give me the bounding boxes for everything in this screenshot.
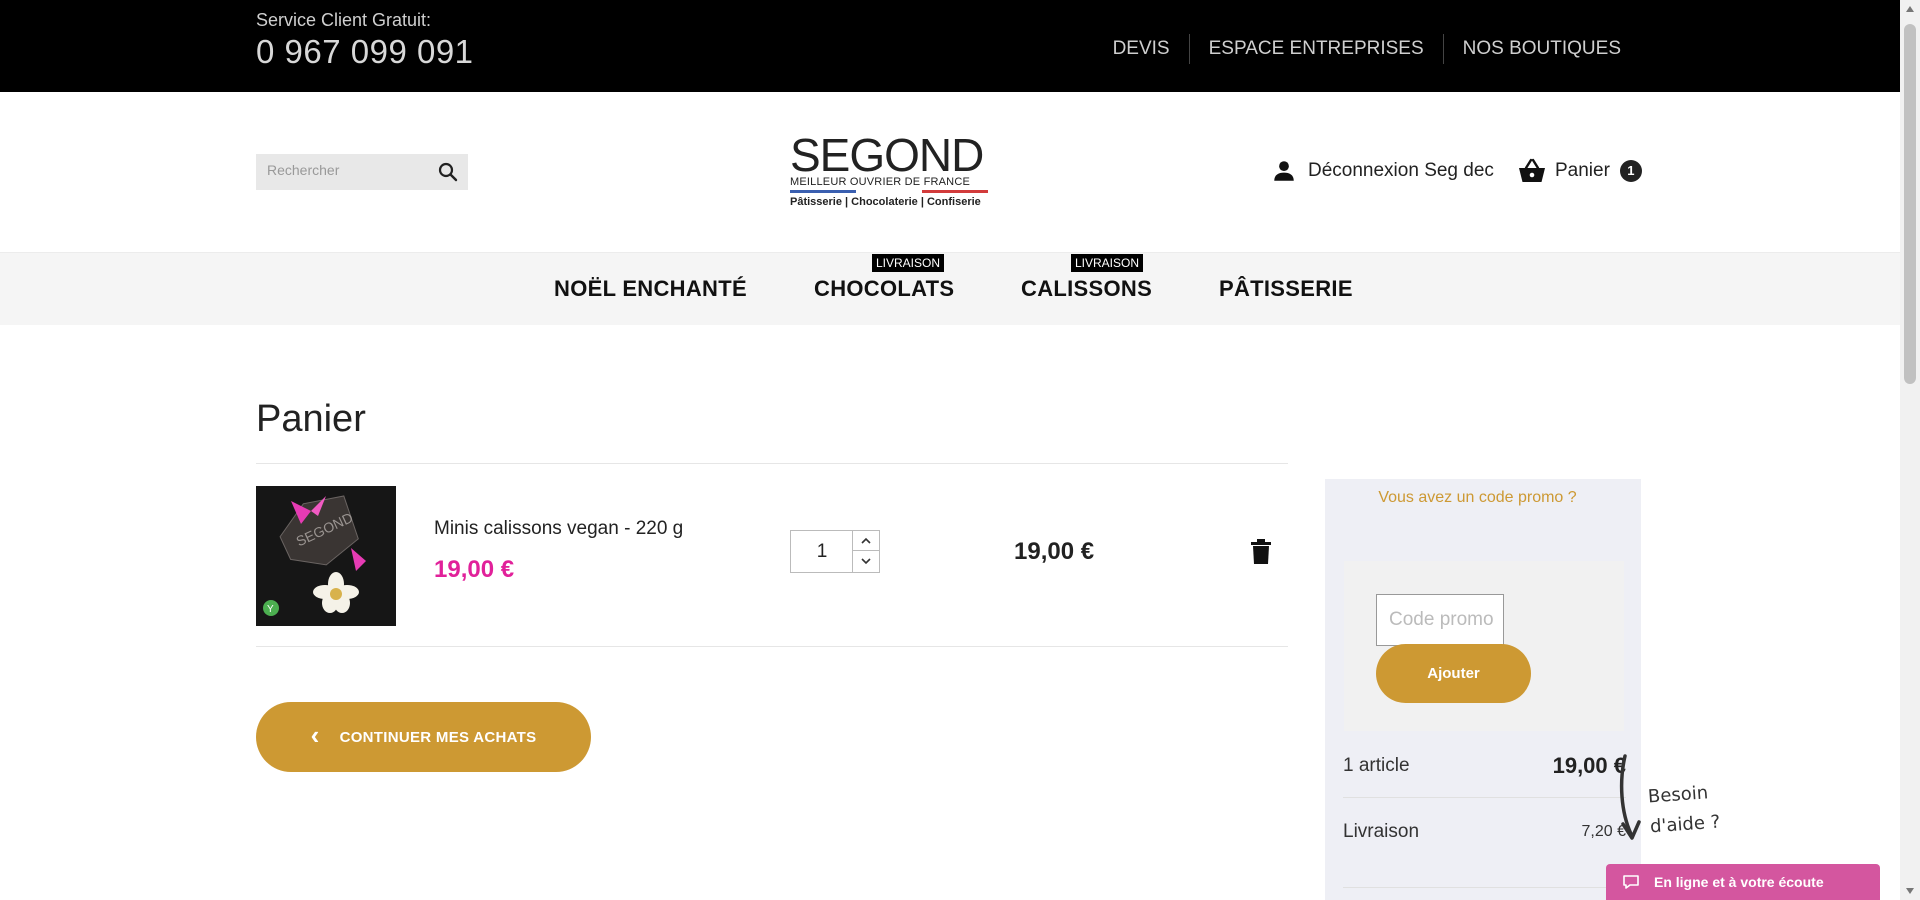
chevron-up-icon	[861, 537, 871, 544]
page-title: Panier	[256, 398, 366, 440]
search-box[interactable]: Rechercher	[256, 154, 468, 190]
logo-sub: MEILLEUR OUVRIER DE FRANCE	[790, 176, 971, 188]
nav-item-label: CALISSONS	[1021, 276, 1153, 301]
live-chat-button[interactable]: En ligne et à votre écoute	[1606, 864, 1880, 900]
user-icon	[1274, 161, 1294, 181]
line-total: 19,00 €	[1014, 538, 1095, 565]
continue-shopping-label: CONTINUER MES ACHATS	[339, 728, 537, 746]
continue-shopping-button[interactable]: ‹ CONTINUER MES ACHATS	[256, 702, 591, 772]
top-nav-nos-boutiques[interactable]: NOS BOUTIQUES	[1442, 34, 1640, 64]
product-unit-price: 19,00 €	[434, 556, 515, 583]
scroll-up-icon[interactable]	[1906, 6, 1914, 12]
chevron-down-icon	[861, 557, 871, 564]
account-label[interactable]: Déconnexion Seg dec	[1308, 160, 1494, 182]
nav-item-chocolats[interactable]: LIVRAISON CHOCOLATS	[814, 254, 955, 302]
promo-code-link[interactable]: Vous avez un code promo ?	[1325, 489, 1630, 507]
cart-summary: Vous avez un code promo ? Code promo Ajo…	[1325, 479, 1641, 900]
nav-item-label: CHOCOLATS	[814, 276, 955, 301]
logo-flag	[790, 190, 988, 193]
articles-value: 19,00 €	[1552, 753, 1626, 778]
account-link[interactable]: Déconnexion Seg dec	[1271, 158, 1494, 184]
product-image[interactable]: SEGOND Y	[256, 486, 396, 626]
basket-icon	[1519, 158, 1545, 182]
svg-text:Y: Y	[267, 604, 274, 615]
shipping-label: Livraison	[1343, 821, 1420, 842]
nav-item-label: NOËL ENCHANTÉ	[554, 276, 747, 301]
nav-item-noel-enchante[interactable]: NOËL ENCHANTÉ	[554, 276, 747, 302]
livraison-badge: LIVRAISON	[1071, 254, 1144, 272]
cart-count-badge: 1	[1619, 160, 1642, 182]
logo-main: SEGOND	[790, 129, 984, 181]
promo-code-form: Code promo Ajouter	[1344, 561, 1624, 731]
cart-label[interactable]: Panier	[1555, 160, 1610, 182]
quantity-stepper[interactable]: 1	[790, 530, 880, 573]
scroll-down-icon[interactable]	[1906, 888, 1914, 894]
service-client: Service Client Gratuit: 0 967 099 091	[256, 10, 474, 71]
summary-row-shipping: Livraison 7,20 €	[1343, 821, 1626, 843]
help-text-line1: Besoin	[1647, 782, 1709, 808]
product-name[interactable]: Minis calissons vegan - 220 g	[434, 518, 683, 540]
top-nav-devis[interactable]: DEVIS	[1094, 34, 1189, 64]
summary-divider	[1343, 887, 1626, 888]
chevron-left-icon: ‹	[310, 720, 320, 750]
service-label: Service Client Gratuit:	[256, 10, 432, 30]
search-icon[interactable]	[436, 160, 460, 184]
top-nav-espace-entreprises[interactable]: ESPACE ENTREPRISES	[1188, 34, 1443, 64]
livraison-badge: LIVRAISON	[872, 254, 945, 272]
cart-link[interactable]: Panier 1	[1517, 156, 1642, 186]
scrollbar-thumb[interactable]	[1904, 24, 1916, 384]
quantity-buttons	[852, 531, 879, 572]
nav-item-calissons[interactable]: LIVRAISON CALISSONS	[1021, 254, 1153, 302]
quantity-input[interactable]: 1	[791, 531, 853, 572]
logo[interactable]: SEGOND MEILLEUR OUVRIER DE FRANCE Pâtiss…	[790, 132, 990, 212]
main-nav: NOËL ENCHANTÉ LIVRAISON CHOCOLATS LIVRAI…	[0, 252, 1900, 325]
promo-code-input[interactable]: Code promo	[1376, 594, 1504, 646]
divider	[256, 646, 1288, 647]
product-photo: SEGOND Y	[256, 486, 396, 626]
trash-icon[interactable]	[1250, 539, 1272, 565]
help-arrow-icon	[1619, 754, 1641, 840]
summary-divider	[1343, 797, 1626, 798]
top-nav: DEVIS ESPACE ENTREPRISES NOS BOUTIQUES	[1094, 34, 1640, 64]
articles-label: 1 article	[1343, 755, 1410, 776]
page: Service Client Gratuit: 0 967 099 091 DE…	[0, 0, 1920, 900]
logo-tagline: Pâtisserie | Chocolaterie | Confiserie	[790, 196, 981, 208]
divider	[256, 463, 1288, 464]
quantity-decrease-button[interactable]	[853, 551, 879, 571]
service-phone[interactable]: 0 967 099 091	[256, 33, 474, 71]
chat-bubble-icon	[1623, 875, 1639, 889]
page-scrollbar[interactable]	[1900, 0, 1920, 900]
summary-row-articles: 1 article 19,00 €	[1343, 753, 1626, 779]
help-text-line2: d'aide ?	[1649, 811, 1721, 838]
search-input[interactable]: Rechercher	[267, 162, 339, 178]
quantity-increase-button[interactable]	[853, 531, 879, 551]
promo-add-button[interactable]: Ajouter	[1376, 644, 1531, 703]
nav-item-patisserie[interactable]: PÂTISSERIE	[1219, 276, 1353, 302]
live-chat-label: En ligne et à votre écoute	[1654, 874, 1824, 890]
top-bar: Service Client Gratuit: 0 967 099 091 DE…	[0, 0, 1900, 92]
help-text: Besoin d'aide ?	[1647, 778, 1721, 843]
nav-item-label: PÂTISSERIE	[1219, 276, 1353, 301]
